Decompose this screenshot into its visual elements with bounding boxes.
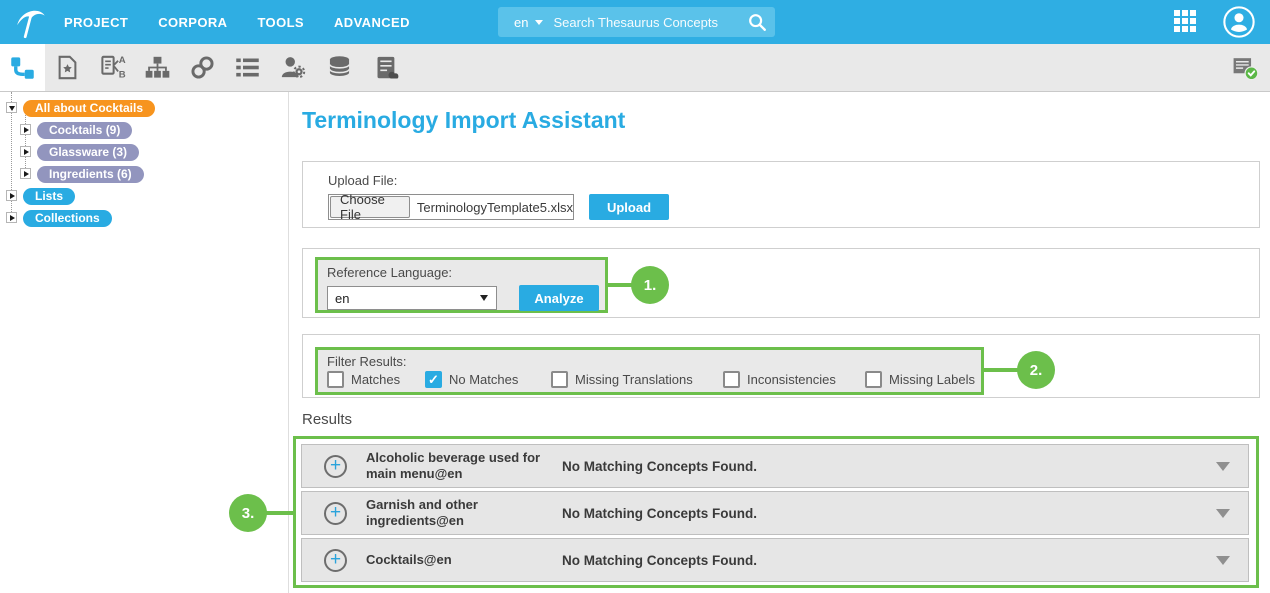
tree-node-glassware[interactable]: Glassware (3) (37, 144, 139, 161)
selected-filename: TerminologyTemplate5.xlsx (410, 200, 573, 215)
result-row[interactable]: Cocktails@en No Matching Concepts Found. (301, 538, 1249, 582)
search-input[interactable] (553, 15, 739, 30)
tree-expander-glassware[interactable] (20, 146, 31, 157)
annotation-connector-3 (265, 511, 295, 515)
page-title: Terminology Import Assistant (302, 107, 625, 134)
tree-expander-lists[interactable] (6, 190, 17, 201)
svg-text:B: B (119, 70, 126, 81)
app-logo-icon[interactable] (12, 4, 50, 42)
result-status: No Matching Concepts Found. (562, 459, 1198, 474)
checkbox-icon[interactable] (425, 371, 442, 388)
upload-button[interactable]: Upload (589, 194, 669, 220)
user-avatar-icon[interactable] (1222, 5, 1256, 39)
expand-plus-icon[interactable] (324, 549, 347, 572)
tree-node-collections[interactable]: Collections (23, 210, 112, 227)
server-sync-icon[interactable] (364, 44, 409, 91)
result-status: No Matching Concepts Found. (562, 506, 1198, 521)
annotation-box-2: Filter Results: Matches No Matches Missi… (315, 347, 984, 395)
tree-expander-cocktails[interactable] (20, 124, 31, 135)
chevron-down-icon (480, 295, 488, 301)
app-window: PROJECT CORPORA TOOLS ADVANCED en (0, 0, 1270, 593)
checkbox-icon[interactable] (327, 371, 344, 388)
checkbox-label: Inconsistencies (747, 372, 836, 387)
report-status-ok-icon[interactable] (1228, 52, 1262, 84)
list-icon[interactable] (225, 44, 270, 91)
tree-expander-root[interactable] (6, 102, 17, 113)
tree-expander-ingredients[interactable] (20, 168, 31, 179)
result-status: No Matching Concepts Found. (562, 553, 1198, 568)
view-toolbar: A B (0, 44, 1270, 92)
svg-text:A: A (119, 55, 126, 66)
expand-plus-icon[interactable] (324, 502, 347, 525)
chevron-down-icon[interactable] (1216, 462, 1230, 471)
upload-card: Upload File: Choose File TerminologyTemp… (302, 161, 1260, 228)
checkbox-icon[interactable] (723, 371, 740, 388)
tree-guide-line (25, 112, 26, 172)
reference-language-label: Reference Language: (327, 265, 452, 280)
upload-file-label: Upload File: (328, 173, 397, 188)
result-term: Alcoholic beverage used for main menu@en (366, 450, 562, 483)
apps-grid-icon[interactable] (1174, 10, 1198, 34)
link-icon[interactable] (180, 44, 225, 91)
tree-node-lists[interactable]: Lists (23, 188, 75, 205)
checkbox-label: No Matches (449, 372, 518, 387)
menu-corpora[interactable]: CORPORA (158, 15, 227, 30)
results-list: Alcoholic beverage used for main menu@en… (301, 444, 1249, 585)
concept-scheme-icon[interactable] (0, 44, 45, 91)
annotation-box-1: Reference Language: en Analyze (315, 257, 608, 313)
menu-project[interactable]: PROJECT (64, 15, 128, 30)
chevron-down-icon[interactable] (1216, 556, 1230, 565)
menu-tools[interactable]: TOOLS (257, 15, 304, 30)
results-heading: Results (302, 411, 352, 428)
main-menu: PROJECT CORPORA TOOLS ADVANCED (64, 0, 410, 44)
reference-language-value: en (328, 291, 480, 306)
annotation-box-3: Alcoholic beverage used for main menu@en… (293, 436, 1259, 588)
search-language-value: en (514, 15, 528, 30)
expand-plus-icon[interactable] (324, 455, 347, 478)
annotation-step-1: 1. (631, 266, 669, 304)
checkbox-icon[interactable] (551, 371, 568, 388)
analyze-button[interactable]: Analyze (519, 285, 599, 311)
choose-file-button[interactable]: Choose File (330, 196, 410, 218)
tree-node-ingredients[interactable]: Ingredients (6) (37, 166, 144, 183)
database-icon[interactable] (317, 44, 362, 91)
menu-advanced[interactable]: ADVANCED (334, 15, 410, 30)
result-term: Garnish and other ingredients@en (366, 497, 562, 530)
tree-node-root[interactable]: All about Cocktails (23, 100, 155, 117)
result-term: Cocktails@en (366, 552, 562, 568)
filter-results-label: Filter Results: (327, 354, 406, 369)
filter-option-inconsistencies[interactable]: Inconsistencies (723, 371, 836, 388)
annotation-step-2: 2. (1017, 351, 1055, 389)
filter-option-matches[interactable]: Matches (327, 371, 400, 388)
candidate-extraction-icon[interactable]: A B (90, 44, 135, 91)
tree-expander-collections[interactable] (6, 212, 17, 223)
checkbox-label: Missing Translations (575, 372, 693, 387)
file-input[interactable]: Choose File TerminologyTemplate5.xlsx (328, 194, 574, 220)
filter-option-missing-translations[interactable]: Missing Translations (551, 371, 693, 388)
search-icon[interactable] (739, 7, 775, 37)
user-roles-icon[interactable] (270, 44, 315, 91)
search-language-dropdown[interactable]: en (498, 15, 553, 30)
annotation-step-3: 3. (229, 494, 267, 532)
chevron-down-icon (535, 20, 543, 25)
checkbox-label: Matches (351, 372, 400, 387)
chevron-down-icon[interactable] (1216, 509, 1230, 518)
checkbox-label: Missing Labels (889, 372, 975, 387)
result-row[interactable]: Garnish and other ingredients@en No Matc… (301, 491, 1249, 535)
annotation-connector-1 (605, 283, 634, 287)
reference-language-select[interactable]: en (327, 286, 497, 310)
document-star-icon[interactable] (45, 44, 90, 91)
thesaurus-search: en (498, 7, 775, 37)
tree-node-cocktails[interactable]: Cocktails (9) (37, 122, 132, 139)
topbar: PROJECT CORPORA TOOLS ADVANCED en (0, 0, 1270, 44)
annotation-connector-2 (982, 368, 1020, 372)
filter-option-missing-labels[interactable]: Missing Labels (865, 371, 975, 388)
hierarchy-icon[interactable] (135, 44, 180, 91)
filter-option-no-matches[interactable]: No Matches (425, 371, 518, 388)
checkbox-icon[interactable] (865, 371, 882, 388)
result-row[interactable]: Alcoholic beverage used for main menu@en… (301, 444, 1249, 488)
filter-checkbox-row: Matches No Matches Missing Translations … (318, 371, 981, 391)
